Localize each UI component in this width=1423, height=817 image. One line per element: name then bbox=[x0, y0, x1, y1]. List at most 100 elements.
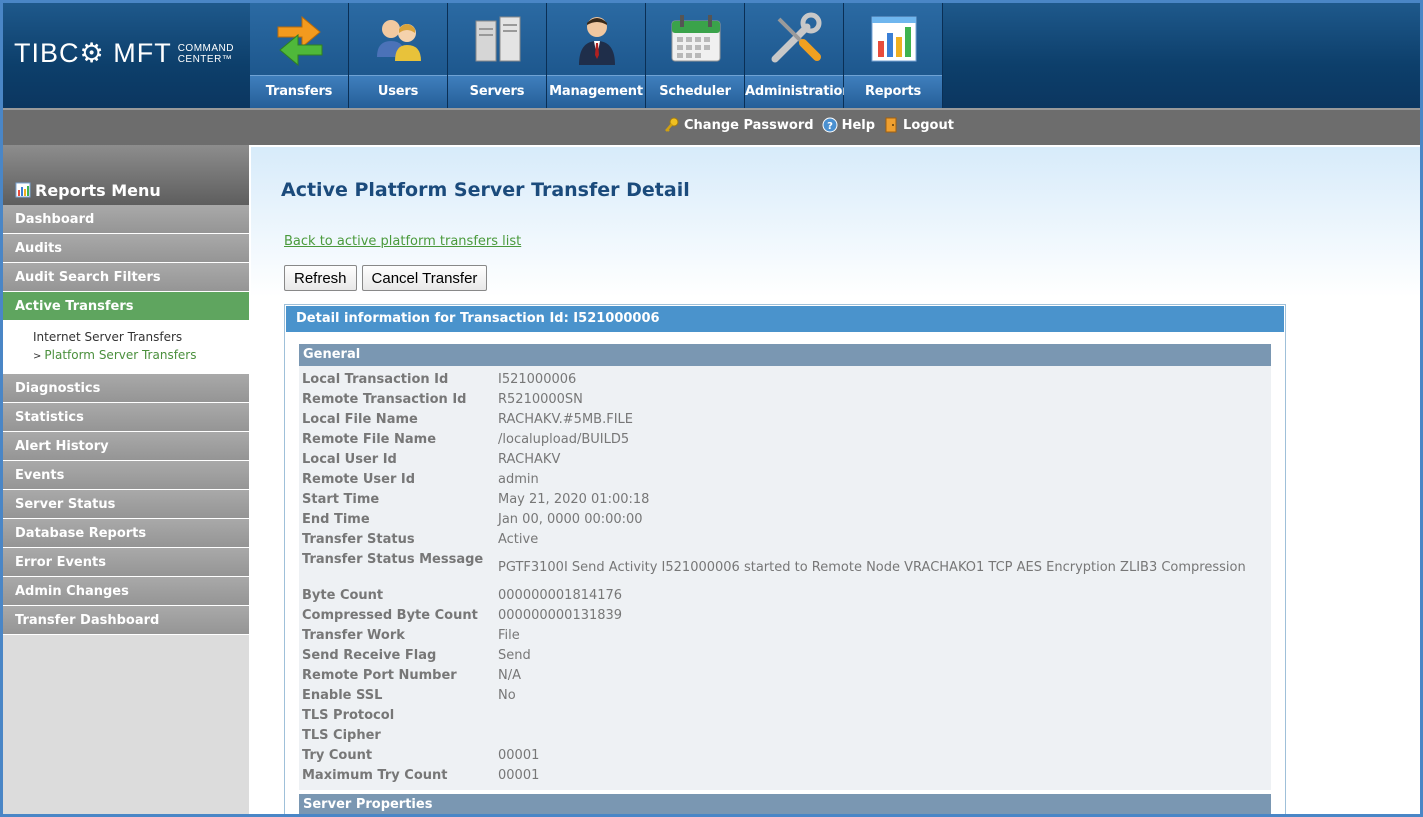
logout-link[interactable]: Logout bbox=[883, 117, 954, 133]
current-item-marker: > bbox=[33, 351, 42, 362]
detail-row: Try Count 00001 bbox=[302, 746, 1271, 766]
nav-transfers-label: Transfers bbox=[250, 75, 348, 108]
calendar-icon bbox=[671, 15, 721, 62]
detail-label: Transfer Work bbox=[302, 628, 405, 643]
detail-label: Transfer Status bbox=[302, 532, 415, 547]
nav-servers-label: Servers bbox=[448, 75, 546, 108]
nav-reports[interactable]: Reports bbox=[844, 3, 943, 108]
nav-users-label: Users bbox=[349, 75, 447, 108]
detail-value: RACHAKV bbox=[498, 452, 561, 467]
detail-row: Byte Count 000000001814176 bbox=[302, 586, 1271, 606]
detail-label: Local File Name bbox=[302, 412, 418, 427]
nav-management[interactable]: Management bbox=[547, 3, 646, 108]
detail-label: Local Transaction Id bbox=[302, 372, 449, 387]
change-password-link[interactable]: Change Password bbox=[664, 117, 814, 133]
sidebar-item-audits[interactable]: Audits bbox=[3, 234, 249, 263]
reports-menu-title: Reports Menu bbox=[3, 145, 249, 205]
detail-label: Byte Count bbox=[302, 588, 384, 603]
detail-row: Start Time May 21, 2020 01:00:18 bbox=[302, 490, 1271, 510]
detail-value: File bbox=[498, 628, 520, 643]
detail-value: 00001 bbox=[498, 748, 540, 763]
detail-row: TLS Protocol bbox=[302, 706, 1271, 726]
sidebar-item-dashboard[interactable]: Dashboard bbox=[3, 205, 249, 234]
sidebar-item-database-reports[interactable]: Database Reports bbox=[3, 519, 249, 548]
detail-label: Enable SSL bbox=[302, 688, 383, 703]
cancel-transfer-button[interactable]: Cancel Transfer bbox=[361, 265, 488, 291]
detail-label: Start Time bbox=[302, 492, 380, 507]
nav-users[interactable]: Users bbox=[349, 3, 448, 108]
logout-door-icon bbox=[885, 117, 897, 133]
detail-row: Transfer Status Active bbox=[302, 530, 1271, 550]
detail-panel-title: Detail information for Transaction Id: I… bbox=[286, 306, 1284, 332]
general-fields: Local Transaction Id I521000006 Remote Tra… bbox=[299, 366, 1271, 790]
logo-brand: TIBC⚙ MFT bbox=[14, 38, 172, 68]
reports-sidebar: Reports Menu Dashboard Audits Audit Sear… bbox=[3, 145, 249, 817]
back-to-list-link[interactable]: Back to active platform transfers list bbox=[284, 234, 521, 249]
detail-row: Transfer Status Message PGTF3100I Send Ac… bbox=[302, 550, 1271, 586]
sidebar-item-active-transfers[interactable]: Active Transfers bbox=[3, 292, 249, 321]
sidebar-item-diagnostics[interactable]: Diagnostics bbox=[3, 374, 249, 403]
sidebar-item-audit-search-filters[interactable]: Audit Search Filters bbox=[3, 263, 249, 292]
nav-transfers[interactable]: Transfers bbox=[250, 3, 349, 108]
detail-value: No bbox=[498, 688, 516, 703]
nav-administration[interactable]: Administration bbox=[745, 3, 851, 108]
detail-row: Maximum Try Count 00001 bbox=[302, 766, 1271, 786]
sidebar-item-admin-changes[interactable]: Admin Changes bbox=[3, 577, 249, 606]
detail-row: Send Receive Flag Send bbox=[302, 646, 1271, 666]
detail-label: Remote Port Number bbox=[302, 668, 457, 683]
servers-icon bbox=[475, 16, 521, 62]
detail-value: N/A bbox=[498, 668, 521, 683]
detail-row: Local User Id RACHAKV bbox=[302, 450, 1271, 470]
detail-label: TLS Cipher bbox=[302, 728, 381, 743]
refresh-button[interactable]: Refresh bbox=[284, 265, 357, 291]
sidebar-item-alert-history[interactable]: Alert History bbox=[3, 432, 249, 461]
main-content: Active Platform Server Transfer Detail B… bbox=[251, 147, 1420, 817]
detail-panel: Detail information for Transaction Id: I… bbox=[284, 304, 1286, 817]
tools-wrench-screwdriver-icon bbox=[771, 12, 822, 63]
nav-management-label: Management bbox=[547, 75, 645, 108]
manager-person-icon bbox=[579, 17, 615, 65]
detail-value: admin bbox=[498, 472, 539, 487]
help-link[interactable]: ? Help bbox=[822, 117, 875, 133]
detail-value: R5210000SN bbox=[498, 392, 583, 407]
detail-label: Compressed Byte Count bbox=[302, 608, 478, 623]
detail-value: 000000000131839 bbox=[498, 608, 623, 623]
detail-label: TLS Protocol bbox=[302, 708, 395, 723]
detail-label: Remote File Name bbox=[302, 432, 437, 447]
detail-row: Remote File Name/localupload/BUILD5 bbox=[302, 430, 1271, 450]
key-icon bbox=[665, 117, 679, 132]
svg-text:?: ? bbox=[827, 121, 833, 132]
utility-links: Change Password ? Help Logout bbox=[664, 117, 954, 133]
server-properties-section-title: Server Properties bbox=[299, 794, 1271, 816]
submenu-internet-server-transfers[interactable]: Internet Server Transfers bbox=[33, 328, 249, 346]
detail-value: RACHAKV.#5MB.FILE bbox=[498, 412, 633, 427]
help-label: Help bbox=[841, 117, 876, 133]
detail-value: 000000001814176 bbox=[498, 588, 623, 603]
logo-subtitle: COMMAND CENTER™ bbox=[177, 42, 234, 65]
logout-label: Logout bbox=[903, 117, 954, 133]
detail-value: Jan 00, 0000 00:00:00 bbox=[498, 512, 643, 527]
submenu-platform-server-transfers[interactable]: > Platform Server Transfers bbox=[33, 346, 249, 364]
detail-row: Remote Transaction Id R5210000SN bbox=[302, 390, 1271, 410]
nav-reports-label: Reports bbox=[844, 75, 942, 108]
detail-label: Local User Id bbox=[302, 452, 397, 467]
sidebar-item-error-events[interactable]: Error Events bbox=[3, 548, 249, 577]
sidebar-item-statistics[interactable]: Statistics bbox=[3, 403, 249, 432]
sidebar-item-server-status[interactable]: Server Status bbox=[3, 490, 249, 519]
reports-menu-icon bbox=[15, 182, 31, 198]
sidebar-item-transfer-dashboard[interactable]: Transfer Dashboard bbox=[3, 606, 249, 635]
detail-row: Remote User Id admin bbox=[302, 470, 1271, 490]
nav-servers[interactable]: Servers bbox=[448, 3, 547, 108]
detail-label: Transfer Status Message bbox=[302, 552, 484, 567]
active-transfers-submenu: Internet Server Transfers > Platform Serv… bbox=[3, 321, 249, 374]
sidebar-item-events[interactable]: Events bbox=[3, 461, 249, 490]
detail-label: Remote Transaction Id bbox=[302, 392, 467, 407]
detail-row: Transfer Work File bbox=[302, 626, 1271, 646]
detail-row: Compressed Byte Count 000000000131839 bbox=[302, 606, 1271, 626]
detail-label: Remote User Id bbox=[302, 472, 416, 487]
detail-row: TLS Cipher bbox=[302, 726, 1271, 746]
detail-value: 00001 bbox=[498, 768, 540, 783]
detail-value: I521000006 bbox=[498, 372, 577, 387]
action-buttons: Refresh Cancel Transfer bbox=[284, 265, 488, 291]
nav-scheduler[interactable]: Scheduler bbox=[646, 3, 745, 108]
